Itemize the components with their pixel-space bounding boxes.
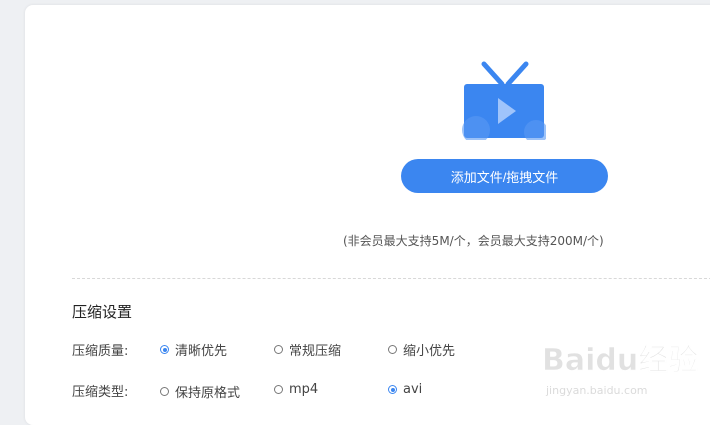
- quality-option-normal[interactable]: 常规压缩: [274, 340, 341, 359]
- radio-unchecked-icon[interactable]: [274, 345, 283, 354]
- radio-unchecked-icon[interactable]: [274, 385, 283, 394]
- radio-unchecked-icon[interactable]: [160, 387, 169, 396]
- divider: [72, 278, 710, 279]
- radio-checked-icon[interactable]: [160, 345, 169, 354]
- section-title: 压缩设置: [72, 303, 133, 321]
- quality-option-smaller-first[interactable]: 缩小优先: [388, 340, 455, 359]
- tv-play-icon: [462, 61, 546, 140]
- type-option-mp4[interactable]: mp4: [274, 382, 318, 397]
- add-file-button[interactable]: 添加文件/拖拽文件: [401, 159, 608, 193]
- type-option-keep-format[interactable]: 保持原格式: [160, 382, 240, 401]
- radio-checked-icon[interactable]: [388, 385, 397, 394]
- option-label: 清晰优先: [175, 344, 228, 359]
- quality-option-clear-first[interactable]: 清晰优先: [160, 340, 227, 359]
- size-limit-note: (非会员最大支持5M/个，会员最大支持200M/个): [343, 234, 604, 248]
- type-option-avi[interactable]: avi: [388, 382, 422, 397]
- option-label: 保持原格式: [175, 386, 241, 401]
- watermark-brand: Baidu经验: [542, 343, 698, 378]
- watermark-url: jingyan.baidu.com: [545, 384, 648, 397]
- option-label: mp4: [289, 382, 319, 397]
- baidu-jingyan-watermark: Baidu经验 jingyan.baidu.com: [542, 343, 699, 397]
- option-label: avi: [403, 382, 423, 397]
- radio-unchecked-icon[interactable]: [388, 345, 397, 354]
- option-label: 常规压缩: [289, 344, 342, 359]
- option-label: 缩小优先: [403, 344, 456, 359]
- type-label: 压缩类型:: [72, 385, 129, 400]
- quality-label: 压缩质量:: [72, 344, 129, 359]
